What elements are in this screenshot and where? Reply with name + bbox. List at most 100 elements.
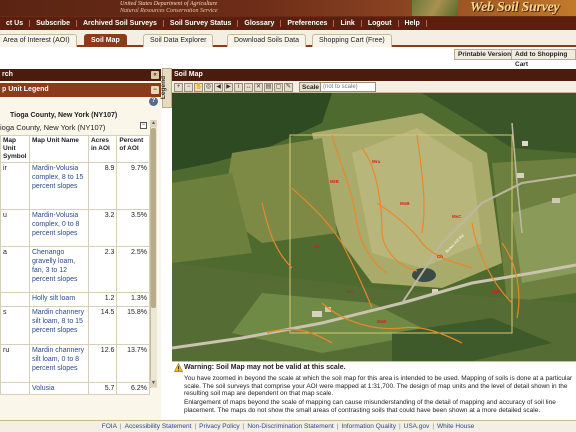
cell-percent: 9.7% [116, 162, 150, 210]
footer-link-info-quality[interactable]: Information Quality [338, 423, 399, 430]
svg-text:Mrb: Mrb [492, 289, 500, 294]
cell-percent: 1.3% [116, 292, 150, 307]
tab-soil-data-explorer[interactable]: Soil Data Explorer [143, 34, 214, 47]
draw-icon[interactable]: ✎ [284, 83, 293, 92]
cell-percent: 13.7% [116, 344, 150, 383]
cell-acres: 2.3 [87, 246, 118, 293]
map-unit-table: Map Unit Symbol Map Unit Name Acres in A… [0, 135, 150, 395]
footer-link-usagov[interactable]: USA.gov [401, 423, 433, 430]
tab-download[interactable]: Download Soils Data [227, 34, 306, 47]
nav-help[interactable]: Help [399, 20, 427, 27]
table-header-row: Map Unit Symbol Map Unit Name Acres in A… [0, 135, 150, 163]
cell-symbol: a [0, 246, 30, 293]
site-footer: FOIA | Accessibility Statement | Privacy P… [0, 420, 576, 432]
nav-link[interactable]: Link [334, 20, 362, 27]
action-bar: Printable Version Add to Shopping Cart [0, 47, 576, 68]
table-row[interactable]: a Chenango gravelly loam, fan, 3 to 12 p… [0, 246, 150, 293]
add-to-cart-button[interactable]: Add to Shopping Cart [511, 49, 576, 68]
cell-name[interactable]: Volusia [28, 382, 89, 395]
top-nav: ct Us Subscribe Archived Soil Surveys So… [0, 17, 576, 30]
measure-icon[interactable]: ↔ [244, 83, 253, 92]
legend-side-tab[interactable]: Legend [160, 68, 172, 108]
scale-select[interactable]: (not to scale) [320, 82, 376, 92]
svg-text:MrB: MrB [330, 179, 339, 184]
col-name: Map Unit Name [28, 135, 89, 163]
header-photo [412, 0, 458, 16]
cell-name[interactable]: Mardin-Volusia complex, 8 to 15 percent … [28, 162, 89, 210]
col-symbol: Map Unit Symbol [0, 135, 30, 163]
cell-acres: 8.9 [87, 162, 118, 210]
tab-aoi[interactable]: Area of Interest (AOI) [0, 34, 77, 47]
footer-link-privacy[interactable]: Privacy Policy [196, 423, 242, 430]
nav-logout[interactable]: Logout [362, 20, 399, 27]
nav-glossary[interactable]: Glossary [238, 20, 282, 27]
cell-percent: 2.5% [116, 246, 150, 293]
help-icon[interactable]: ? [149, 97, 158, 106]
nav-status[interactable]: Soil Survey Status [164, 20, 239, 27]
cell-name[interactable]: Mardin channery silt loam, 8 to 15 perce… [28, 306, 89, 345]
zoom-out-icon[interactable]: − [184, 83, 193, 92]
warning-title: Warning: Soil Map may not be valid at th… [184, 364, 346, 371]
cell-acres: 12.6 [87, 344, 118, 383]
warning-paragraph-1: You have zoomed in beyond the scale at w… [184, 375, 573, 397]
cell-name[interactable]: Holly silt loam [28, 292, 89, 307]
map-unit-legend-header[interactable]: p Unit Legend − [0, 83, 161, 97]
full-extent-icon[interactable]: ◎ [204, 83, 213, 92]
minimize-icon[interactable]: − [151, 86, 159, 94]
scroll-up-icon[interactable]: ▲ [150, 120, 157, 127]
legend-scroll-thumb[interactable] [151, 128, 156, 308]
zoom-in-icon[interactable]: + [174, 83, 183, 92]
collapse-area-icon[interactable]: − [140, 122, 147, 129]
agency-line2: Natural Resources Conservation Service [120, 8, 218, 14]
aoi-icon[interactable]: ▢ [274, 83, 283, 92]
site-logo[interactable]: Web Soil Survey [470, 0, 560, 16]
legend-side-tab-label: Legend [160, 75, 168, 100]
cell-acres: 3.2 [87, 209, 118, 247]
svg-text:Mra: Mra [372, 159, 380, 164]
agency-name: United States Department of Agriculture … [120, 1, 218, 15]
identify-icon[interactable]: i [234, 83, 243, 92]
nav-preferences[interactable]: Preferences [281, 20, 335, 27]
back-icon[interactable]: ◀ [214, 83, 223, 92]
table-row[interactable]: ru Mardin channery silt loam, 0 to 8 per… [0, 344, 150, 383]
nav-contact[interactable]: ct Us [0, 20, 31, 27]
cell-name[interactable]: Chenango gravelly loam, fan, 3 to 12 per… [28, 246, 89, 293]
map-panel: Soil Map + − ✋ ◎ ◀ ▶ i ↔ ✕ ▤ ▢ ✎ Scale (… [172, 69, 576, 420]
printable-version-button[interactable]: Printable Version [454, 49, 516, 60]
svg-text:Ch: Ch [437, 254, 443, 259]
forward-icon[interactable]: ▶ [224, 83, 233, 92]
table-row[interactable]: Holly silt loam 1.2 1.3% [0, 292, 150, 307]
footer-link-whitehouse[interactable]: White House [434, 423, 477, 430]
scale-label: Scale [299, 82, 322, 92]
collapse-icon[interactable]: « [151, 71, 159, 79]
search-header[interactable]: rch « [0, 69, 161, 81]
search-header-label: rch [2, 71, 13, 78]
tab-soil-map[interactable]: Soil Map [84, 34, 127, 47]
site-header: United States Department of Agriculture … [0, 0, 576, 30]
aerial-map[interactable]: Mra MrB MsB Vo MsC Ch Ho MsD Mrb Brown H… [172, 93, 576, 361]
cell-symbol: u [0, 209, 30, 247]
table-row[interactable]: Volusia 5.7 6.2% [0, 382, 150, 395]
svg-text:MsD: MsD [377, 319, 387, 324]
col-percent: Percent of AOI [116, 135, 150, 163]
tab-bar: Area of Interest (AOI) Soil Map Soil Dat… [0, 30, 576, 47]
map-canvas[interactable]: Mra MrB MsB Vo MsC Ch Ho MsD Mrb Brown H… [172, 93, 576, 361]
footer-link-nondiscrimination[interactable]: Non-Discrimination Statement [244, 423, 336, 430]
print-icon[interactable]: ▤ [264, 83, 273, 92]
footer-link-foia[interactable]: FOIA [99, 423, 120, 430]
survey-area-title: Tioga County, New York (NY107) [10, 112, 118, 119]
cell-name[interactable]: Mardin channery silt loam, 0 to 8 percen… [28, 344, 89, 383]
clear-icon[interactable]: ✕ [254, 83, 263, 92]
table-row[interactable]: u Mardin-Volusia complex, 0 to 8 percent… [0, 209, 150, 247]
cell-percent: 3.5% [116, 209, 150, 247]
footer-link-accessibility[interactable]: Accessibility Statement [122, 423, 195, 430]
tab-shopping-cart[interactable]: Shopping Cart (Free) [312, 34, 392, 47]
cell-name[interactable]: Mardin-Volusia complex, 0 to 8 percent s… [28, 209, 89, 247]
scroll-down-icon[interactable]: ▼ [150, 380, 157, 387]
table-row[interactable]: s Mardin channery silt loam, 8 to 15 per… [0, 306, 150, 345]
nav-subscribe[interactable]: Subscribe [30, 20, 77, 27]
nav-archived[interactable]: Archived Soil Surveys [77, 20, 164, 27]
cell-acres: 1.2 [87, 292, 118, 307]
pan-icon[interactable]: ✋ [194, 83, 203, 92]
table-row[interactable]: ir Mardin-Volusia complex, 8 to 15 perce… [0, 162, 150, 210]
